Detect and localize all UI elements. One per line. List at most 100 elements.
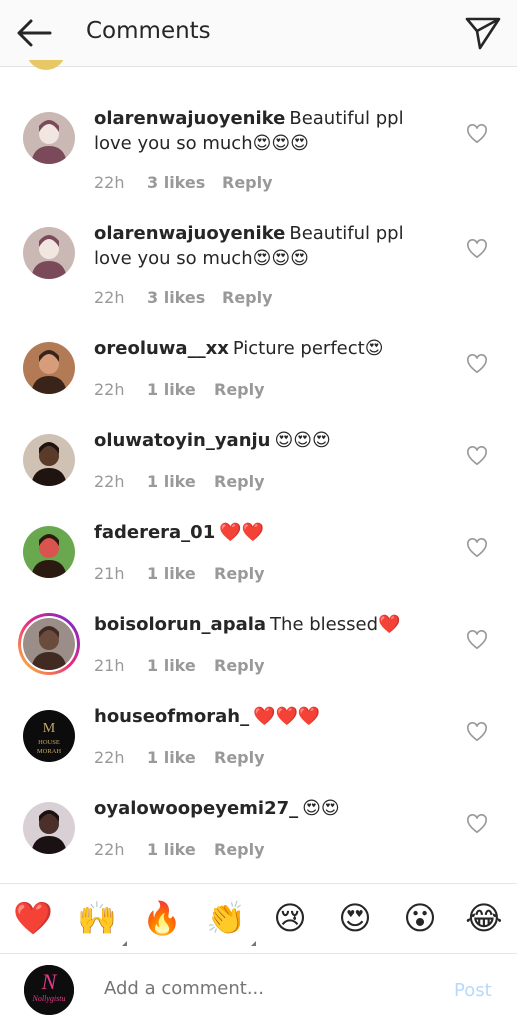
reaction-crying-face-icon[interactable]: 😢 <box>270 898 310 938</box>
comment-username[interactable]: oluwatoyin_yanju <box>94 430 271 451</box>
reply-button[interactable]: Reply <box>214 380 265 399</box>
comment-row: olarenwajuoyenike Beautiful ppl love you … <box>0 221 517 307</box>
avatar[interactable] <box>23 526 75 578</box>
comment-row: boisolorun_apala The blessed❤️ 21h 1 like… <box>0 612 517 694</box>
comment-row: faderera_01 ❤️❤️ 21h 1 like Reply <box>0 522 517 602</box>
reply-button[interactable]: Reply <box>214 748 265 767</box>
avatar[interactable] <box>23 802 75 854</box>
reply-button[interactable]: Reply <box>214 840 265 859</box>
current-user-avatar: N Nollygistu <box>24 965 74 1015</box>
comment-row: M HOUSE MORAH houseofmorah_ ❤️❤️❤️ 22h 1 … <box>0 706 517 786</box>
reaction-glyph: 😂 <box>465 899 503 937</box>
logo-monogram: M <box>43 721 56 736</box>
skin-tone-indicator-icon <box>122 941 127 946</box>
reaction-glyph: 😢 <box>273 899 307 937</box>
comment-likes[interactable]: 3 likes <box>147 173 205 192</box>
like-heart-icon[interactable] <box>466 538 490 560</box>
reaction-glyph: 🙌 <box>77 899 117 937</box>
comment-username[interactable]: oreoluwa__xx <box>94 338 229 359</box>
comment-input[interactable] <box>104 978 424 999</box>
quick-reactions-bar: ❤️ 🙌 🔥 👏 😢 😍 😮 😂 <box>0 883 517 954</box>
like-heart-icon[interactable] <box>466 239 490 261</box>
logo-line-1: HOUSE <box>38 739 60 746</box>
comment-likes[interactable]: 1 like <box>147 472 196 491</box>
like-heart-icon[interactable] <box>466 814 490 836</box>
comment-time: 22h <box>94 288 125 307</box>
comment-body: Picture perfect <box>232 338 365 359</box>
reaction-surprised-face-icon[interactable]: 😮 <box>400 898 440 938</box>
avatar[interactable] <box>23 434 75 486</box>
avatar-story-ring[interactable] <box>18 613 80 675</box>
comment-time: 22h <box>94 380 125 399</box>
avatar[interactable] <box>23 342 75 394</box>
reaction-glyph: 👏 <box>206 899 246 937</box>
comment-emoji: ❤️ <box>378 614 401 635</box>
reply-button[interactable]: Reply <box>222 288 273 307</box>
reaction-tears-of-joy-icon[interactable]: 😂 <box>464 898 504 938</box>
avatar-brand-text: Nollygistu <box>32 994 66 1003</box>
comment-time: 22h <box>94 840 125 859</box>
comment-text: olarenwajuoyenike Beautiful ppl love you … <box>94 221 444 271</box>
post-button[interactable]: Post <box>454 980 492 1001</box>
comment-username[interactable]: faderera_01 <box>94 522 215 543</box>
logo-line-2: MORAH <box>37 748 62 755</box>
reaction-glyph: 😮 <box>403 899 437 937</box>
back-arrow-icon[interactable] <box>14 16 54 50</box>
like-heart-icon[interactable] <box>466 446 490 468</box>
comment-emoji: ❤️❤️❤️ <box>253 706 321 727</box>
comment-emoji: 😍 <box>364 338 384 359</box>
avatar[interactable] <box>23 112 75 164</box>
comment-time: 22h <box>94 173 125 192</box>
comment-likes[interactable]: 1 like <box>147 656 196 675</box>
previous-avatar-partial <box>26 60 66 70</box>
comment-emoji: ❤️❤️ <box>219 522 265 543</box>
comment-row: oyalowoopeyemi27_ 😍😍 22h 1 like Reply <box>0 798 517 878</box>
comment-text: oluwatoyin_yanju 😍😍😍 <box>94 428 444 453</box>
comment-likes[interactable]: 1 like <box>147 564 196 583</box>
comment-emoji: 😍😍😍 <box>274 430 331 451</box>
like-heart-icon[interactable] <box>466 354 490 376</box>
comment-row: oluwatoyin_yanju 😍😍😍 22h 1 like Reply <box>0 430 517 510</box>
reaction-clapping-hands-icon[interactable]: 👏 <box>206 898 256 946</box>
page-title: Comments <box>86 18 211 44</box>
reaction-raised-hands-icon[interactable]: 🙌 <box>77 898 127 946</box>
comment-time: 22h <box>94 472 125 491</box>
like-heart-icon[interactable] <box>466 124 490 146</box>
comment-row: oreoluwa__xx Picture perfect😍 22h 1 like … <box>0 338 517 418</box>
comment-text: oreoluwa__xx Picture perfect😍 <box>94 336 444 361</box>
reaction-heart-eyes-icon[interactable]: 😍 <box>335 898 375 938</box>
comment-emoji: 😍😍 <box>302 798 340 819</box>
comment-username[interactable]: olarenwajuoyenike <box>94 223 285 244</box>
comment-text: boisolorun_apala The blessed❤️ <box>94 612 444 637</box>
comment-body: The blessed <box>270 614 379 635</box>
comment-time: 22h <box>94 748 125 767</box>
comment-likes[interactable]: 1 like <box>147 380 196 399</box>
comment-username[interactable]: boisolorun_apala <box>94 614 266 635</box>
reaction-heart-icon[interactable]: ❤️ <box>13 898 53 938</box>
comment-likes[interactable]: 1 like <box>147 748 196 767</box>
comment-time: 21h <box>94 564 125 583</box>
reply-button[interactable]: Reply <box>214 656 265 675</box>
comment-username[interactable]: olarenwajuoyenike <box>94 108 285 129</box>
avatar <box>23 618 75 670</box>
comment-username[interactable]: houseofmorah_ <box>94 706 249 727</box>
avatar[interactable] <box>23 227 75 279</box>
comment-likes[interactable]: 1 like <box>147 840 196 859</box>
reply-button[interactable]: Reply <box>214 564 265 583</box>
comment-text: oyalowoopeyemi27_ 😍😍 <box>94 796 444 821</box>
send-direct-icon[interactable] <box>464 14 502 52</box>
like-heart-icon[interactable] <box>466 630 490 652</box>
reaction-fire-icon[interactable]: 🔥 <box>142 898 182 938</box>
comment-username[interactable]: oyalowoopeyemi27_ <box>94 798 298 819</box>
reaction-glyph: 😍 <box>338 899 372 937</box>
comment-likes[interactable]: 3 likes <box>147 288 205 307</box>
reply-button[interactable]: Reply <box>222 173 273 192</box>
comment-emoji: 😍😍😍 <box>252 248 309 269</box>
comment-text: faderera_01 ❤️❤️ <box>94 520 444 545</box>
reaction-glyph: 🔥 <box>142 899 182 937</box>
comment-composer: N Nollygistu Post <box>0 953 517 1025</box>
comment-text: olarenwajuoyenike Beautiful ppl love you … <box>94 106 444 156</box>
reply-button[interactable]: Reply <box>214 472 265 491</box>
like-heart-icon[interactable] <box>466 722 490 744</box>
avatar[interactable]: M HOUSE MORAH <box>23 710 75 762</box>
